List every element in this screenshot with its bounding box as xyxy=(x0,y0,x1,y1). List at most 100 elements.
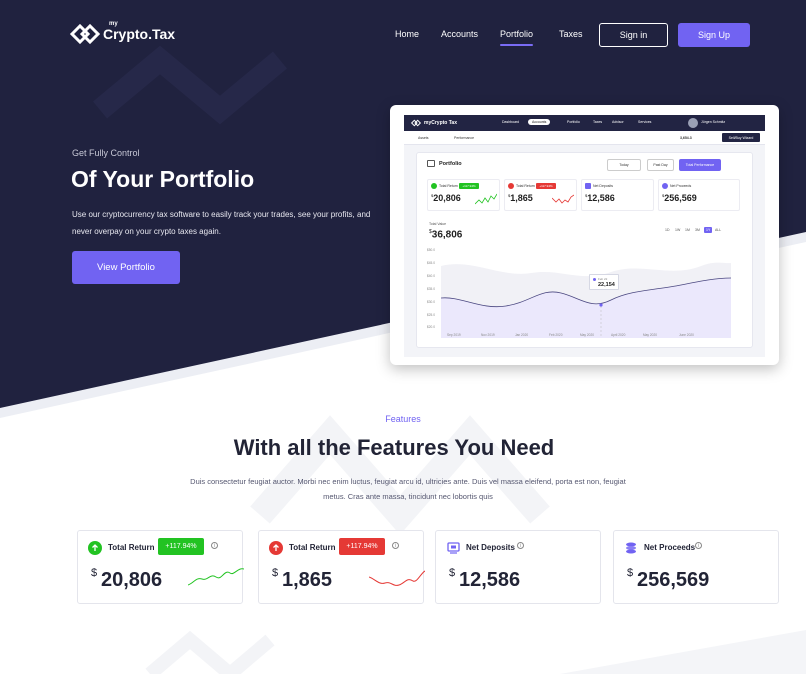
mock-sub-performance: Performance xyxy=(454,136,475,140)
mock-card-net-deposits: Net Deposits $12,586 xyxy=(581,179,654,211)
mock-logo-text: myCrypto Tax xyxy=(424,120,457,126)
mock-total-value-label: Total Value xyxy=(429,222,447,226)
mock-nav-dashboard: Dashboard xyxy=(502,120,520,124)
card-value: 1,865 xyxy=(282,569,333,591)
mock-card-total-return-2: Total Return +117.94% $1,865 xyxy=(504,179,577,211)
mock-card-total-return-1: Total Return +117.94% $20,806 xyxy=(427,179,500,211)
mock-card-net-proceeds: Net Proceeds $256,569 xyxy=(658,179,740,211)
brand-logo[interactable]: my Crypto.Tax xyxy=(70,21,176,46)
mock-card-value: $20,806 xyxy=(431,193,461,203)
info-icon: i xyxy=(392,542,399,549)
card-currency: $ xyxy=(272,567,279,579)
mock-dropdown-pastday: Past Day xyxy=(647,159,674,171)
hero-title: Of Your Portfolio xyxy=(71,166,255,192)
mock-dropdown-performance: Total Performance xyxy=(679,159,721,171)
landing-page: my Crypto.Tax Home Accounts Portfolio Ta… xyxy=(0,0,806,674)
mock-card-value: $256,569 xyxy=(662,193,697,203)
info-icon: i xyxy=(695,542,702,549)
dashboard-preview: myCrypto Tax Dashboard Accounts Portfoli… xyxy=(390,105,779,365)
mock-range-1d: 1D xyxy=(665,228,670,232)
signin-button[interactable]: Sign in xyxy=(599,23,668,47)
card-label: Total Return xyxy=(289,543,336,552)
nav-portfolio[interactable]: Portfolio xyxy=(500,29,534,46)
signup-button[interactable]: Sign Up xyxy=(678,23,750,47)
card-label: Net Proceeds xyxy=(644,543,696,552)
mock-card-label: Net Proceeds xyxy=(670,184,692,188)
mock-subbar: Assets Performance 3,654.3 Sell/Buy Wiza… xyxy=(404,131,765,145)
mock-tooltip: Feb 22 22,154 xyxy=(589,274,619,290)
mock-range-1m: 1M xyxy=(685,228,690,232)
card-currency: $ xyxy=(627,567,634,579)
mock-card-label: Net Deposits xyxy=(593,184,614,188)
mock-x-tick: June 2020 xyxy=(679,333,694,337)
features-title: With all the Features You Need xyxy=(233,435,555,460)
hero-kicker: Get Fully Control xyxy=(72,148,140,158)
card-badge: +117.94% xyxy=(339,538,385,555)
arrow-up-icon xyxy=(269,541,283,555)
view-portfolio-button[interactable]: View Portfolio xyxy=(72,251,180,284)
mock-x-tick: Jan 2020 xyxy=(515,333,529,337)
card-label: Total Return xyxy=(108,543,155,552)
bottom-decoration xyxy=(145,630,806,674)
deposit-icon xyxy=(446,541,460,555)
mock-nav-taxes: Taxes xyxy=(593,120,603,124)
arrow-up-icon xyxy=(88,541,102,555)
mock-range-1w: 1W xyxy=(675,228,681,232)
mock-deposit-icon xyxy=(585,183,591,189)
mock-card-label: Total Return xyxy=(516,184,535,188)
nav-accounts[interactable]: Accounts xyxy=(441,29,478,39)
mock-coins-icon xyxy=(662,183,668,189)
brand-name: my Crypto.Tax xyxy=(103,21,176,42)
card-currency: $ xyxy=(91,567,98,579)
mock-x-tick: April 2020 xyxy=(611,333,626,337)
mock-x-tick: Feb 2020 xyxy=(549,333,563,337)
mock-card-value: $12,586 xyxy=(585,193,615,203)
mock-topbar: myCrypto Tax Dashboard Accounts Portfoli… xyxy=(404,115,765,131)
mock-sub-assets: Assets xyxy=(418,136,429,140)
dashboard-screen: myCrypto Tax Dashboard Accounts Portfoli… xyxy=(404,115,765,357)
mock-x-tick: May 2020 xyxy=(643,333,657,337)
mock-nav-portfolio: Portfolio xyxy=(567,120,580,124)
mock-portfolio-panel: Portfolio Today Past Day Total Performan… xyxy=(416,152,753,348)
mock-username: Jürgen Schmitz xyxy=(701,120,726,124)
feature-card-total-return-down: Total Return +117.94% i $ 1,865 xyxy=(258,530,425,604)
card-currency: $ xyxy=(449,567,456,579)
mock-dropdown-today: Today xyxy=(607,159,641,171)
features-kicker: Features xyxy=(385,414,421,424)
card-value: 256,569 xyxy=(637,569,710,591)
mock-tooltip-label: Feb 22 xyxy=(598,277,608,281)
nav-home[interactable]: Home xyxy=(395,29,419,39)
logo-diamond-icon xyxy=(70,23,100,45)
info-icon: i xyxy=(517,542,524,549)
mock-y-tick: $20.0 xyxy=(427,325,435,329)
sparkline-down xyxy=(369,570,425,586)
mock-sub-button: Sell/Buy Wizard xyxy=(722,133,760,142)
mock-x-tick: Nov 2019 xyxy=(481,333,495,337)
mock-card-value: $1,865 xyxy=(508,193,533,203)
feature-card-net-proceeds: Net Proceeds i $ 256,569 xyxy=(613,530,779,604)
mock-sub-value: 3,654.3 xyxy=(680,136,692,140)
mock-nav-accounts: Accounts xyxy=(528,119,551,125)
coins-icon xyxy=(624,541,638,555)
brand-wordmark: Crypto.Tax xyxy=(103,26,176,42)
nav-taxes[interactable]: Taxes xyxy=(559,29,583,39)
mock-arrow-up-icon xyxy=(508,183,514,189)
mock-card-label: Total Return xyxy=(439,184,458,188)
mock-sparkline xyxy=(475,193,497,205)
mock-y-tick: $35.0 xyxy=(427,287,435,291)
mock-avatar xyxy=(688,118,698,128)
mock-x-tick: May 2020 xyxy=(580,333,594,337)
mock-range-1y: 1Y xyxy=(704,227,713,233)
feature-card-total-return-up: Total Return +117.94% i $ 20,806 xyxy=(77,530,244,604)
mock-y-tick: $30.0 xyxy=(427,300,435,304)
mock-card-badge: +117.94% xyxy=(536,183,556,189)
mock-portfolio-icon xyxy=(427,160,435,167)
sparkline-up xyxy=(188,568,244,586)
card-value: 20,806 xyxy=(101,569,163,591)
mock-tooltip-value: 22,154 xyxy=(598,282,615,288)
mock-logo-icon xyxy=(410,119,422,127)
feature-card-net-deposits: Net Deposits i $ 12,586 xyxy=(435,530,601,604)
mock-y-tick: $40.0 xyxy=(427,274,435,278)
mock-nav-services: Services xyxy=(638,120,652,124)
features-description: Duis consectetur feugiat auctor. Morbi n… xyxy=(190,477,626,501)
